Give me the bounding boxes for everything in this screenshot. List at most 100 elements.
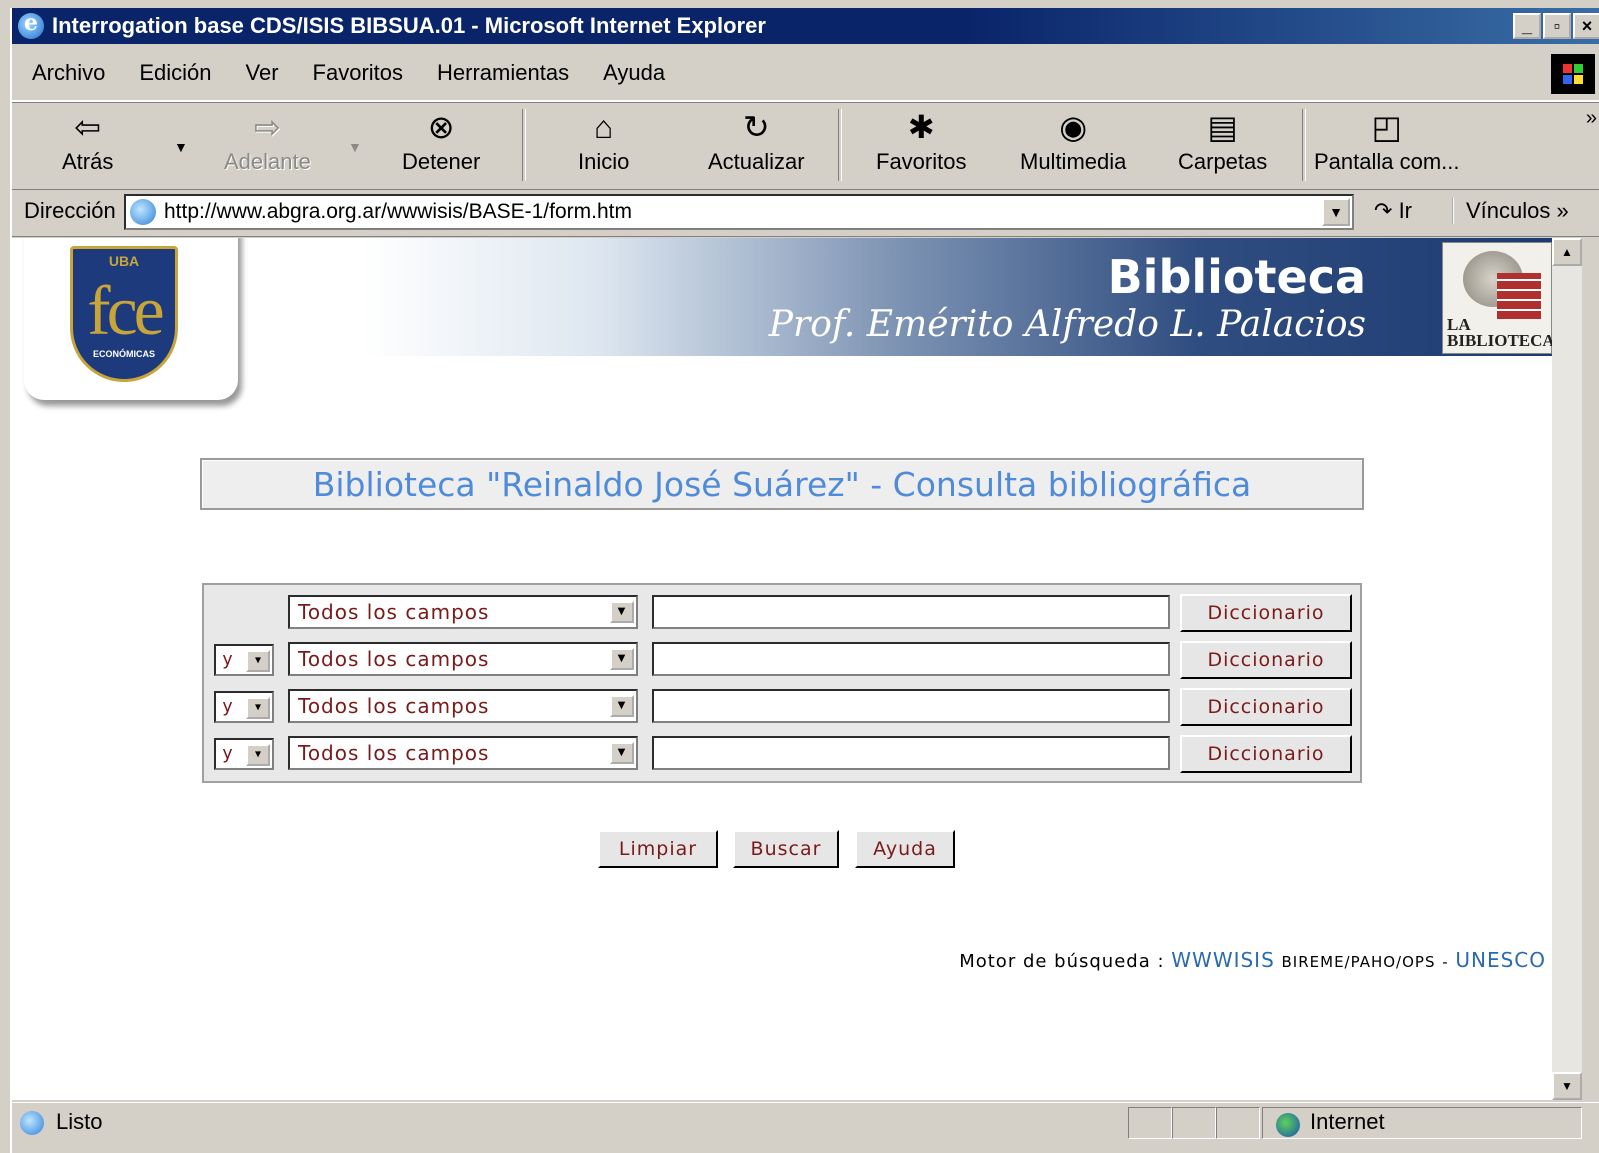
address-url: http://www.abgra.org.ar/wwwisis/BASE-1/f… [164,200,632,223]
window-title: Interrogation base CDS/ISIS BIBSUA.01 - … [52,13,766,38]
media-button[interactable]: ◉ Multimedia [1020,107,1126,175]
fullscreen-button[interactable]: ◰ Pantalla com... [1314,107,1460,175]
toolbar-more-icon[interactable]: » [1586,107,1597,130]
help-button[interactable]: Ayuda [855,830,955,868]
field-select-value: Todos los campos [298,647,490,671]
go-arrow-icon: ↷ [1374,198,1393,223]
banner-subtitle: Prof. Emérito Alfredo L. Palacios [768,304,1366,345]
back-dropdown-icon[interactable]: ▼ [174,139,188,155]
page-content: Biblioteca Prof. Emérito Alfredo L. Pala… [12,238,1552,1100]
menu-herramientas[interactable]: Herramientas [423,60,583,86]
search-row: y ▼ Todos los campos ▼ Diccionario [204,735,1360,773]
operator-select-value: y [222,649,233,670]
field-select-value: Todos los campos [298,600,490,624]
address-input[interactable]: http://www.abgra.org.ar/wwwisis/BASE-1/f… [124,194,1354,230]
menu-ver[interactable]: Ver [232,60,293,86]
operator-select-value: y [222,696,233,717]
menu-favoritos[interactable]: Favoritos [299,60,417,86]
close-button[interactable]: × [1573,13,1599,39]
address-label: Dirección [24,198,116,223]
status-pane [1172,1107,1216,1139]
stop-icon: ⊗ [427,109,455,145]
dictionary-button[interactable]: Diccionario [1180,688,1352,726]
links-button[interactable]: Vínculos » [1452,198,1569,224]
chevron-down-icon: ▼ [610,648,634,670]
address-dropdown-icon[interactable]: ▼ [1322,198,1350,226]
forward-button[interactable]: ⇨ Adelante [224,107,311,175]
folders-button[interactable]: ▤ Carpetas [1178,107,1267,175]
forward-label: Adelante [224,149,311,174]
home-icon: ⌂ [594,109,614,145]
windows-logo-icon [1551,54,1595,94]
forward-arrow-icon: ⇨ [254,109,281,145]
operator-select[interactable]: y ▼ [214,738,274,770]
scroll-up-icon[interactable]: ▲ [1552,238,1582,266]
toolbar-separator [522,109,526,181]
media-label: Multimedia [1020,149,1127,174]
favorites-label: Favoritos [876,149,967,174]
footer-credits: Motor de búsqueda : WWWISIS BIREME/PAHO/… [959,948,1546,972]
menu-edicion[interactable]: Edición [125,60,225,86]
search-term-input[interactable] [652,642,1170,676]
field-select[interactable]: Todos los campos ▼ [288,736,638,770]
operator-select[interactable]: y ▼ [214,644,274,676]
links-more-icon: » [1556,198,1569,223]
go-button[interactable]: ↷ Ir [1374,198,1412,224]
title-bar[interactable]: Interrogation base CDS/ISIS BIBSUA.01 - … [12,8,1599,44]
search-button[interactable]: Buscar [733,830,839,868]
logo-economicas-text: ECONÓMICAS [92,349,155,359]
logo-uba-text: UBA [108,253,140,269]
favorites-icon: ✱ [907,109,935,145]
chevron-down-icon: ▼ [610,742,634,764]
chevron-down-icon: ▼ [610,695,634,717]
refresh-button[interactable]: ↻ Actualizar [708,107,805,175]
links-label: Vínculos [1466,198,1551,223]
field-select[interactable]: Todos los campos ▼ [288,642,638,676]
fce-logo-card: UBA fce ECONÓMICAS [24,238,238,400]
chevron-down-icon: ▼ [246,697,270,719]
search-term-input[interactable] [652,595,1170,629]
search-term-input[interactable] [652,689,1170,723]
forward-dropdown-icon[interactable]: ▼ [348,139,362,155]
refresh-icon: ↻ [742,109,770,145]
footer-dash: - [1442,953,1449,971]
clear-button[interactable]: Limpiar [598,830,718,868]
folders-icon: ▤ [1207,109,1238,145]
favorites-button[interactable]: ✱ Favoritos [876,107,966,175]
search-row: y ▼ Todos los campos ▼ Diccionario [204,688,1360,726]
status-pane [1128,1107,1172,1139]
operator-select[interactable]: y ▼ [214,691,274,723]
dictionary-button[interactable]: Diccionario [1180,594,1352,632]
operator-select-value: y [222,743,233,764]
unesco-link[interactable]: UNESCO [1455,948,1546,972]
la-biblioteca-text: LA BIBLIOTECA [1447,315,1552,350]
scroll-down-icon[interactable]: ▼ [1552,1072,1582,1100]
media-icon: ◉ [1059,109,1088,145]
back-button[interactable]: ⇦ Atrás [62,107,113,175]
ie-icon [18,10,44,39]
status-text: Listo [56,1109,103,1134]
standard-toolbar: ⇦ Atrás ▼ ⇨ Adelante ▼ ⊗ Detener ⌂ Inici… [12,102,1599,190]
dictionary-button[interactable]: Diccionario [1180,735,1352,773]
wwwisis-link[interactable]: WWWISIS [1171,948,1275,972]
vertical-scrollbar[interactable]: ▲ ▼ [1552,238,1582,1100]
chevron-down-icon: ▼ [610,601,634,623]
field-select-value: Todos los campos [298,741,490,765]
browser-window: Interrogation base CDS/ISIS BIBSUA.01 - … [10,8,1599,1153]
menu-ayuda[interactable]: Ayuda [589,60,679,86]
stop-button[interactable]: ⊗ Detener [402,107,480,175]
maximize-button[interactable]: ▫ [1543,13,1571,39]
menu-archivo[interactable]: Archivo [18,60,119,86]
field-select[interactable]: Todos los campos ▼ [288,689,638,723]
home-button[interactable]: ⌂ Inicio [578,107,629,175]
minimize-button[interactable]: _ [1513,13,1541,39]
fullscreen-icon: ◰ [1371,109,1402,145]
search-term-input[interactable] [652,736,1170,770]
dictionary-button[interactable]: Diccionario [1180,641,1352,679]
field-select[interactable]: Todos los campos ▼ [288,595,638,629]
status-bar: Listo Internet [12,1102,1599,1143]
chevron-down-icon: ▼ [246,744,270,766]
footer-prefix: Motor de búsqueda : [959,951,1165,972]
back-arrow-icon: ⇦ [74,109,102,145]
logo-fce-text: fce [87,273,164,350]
